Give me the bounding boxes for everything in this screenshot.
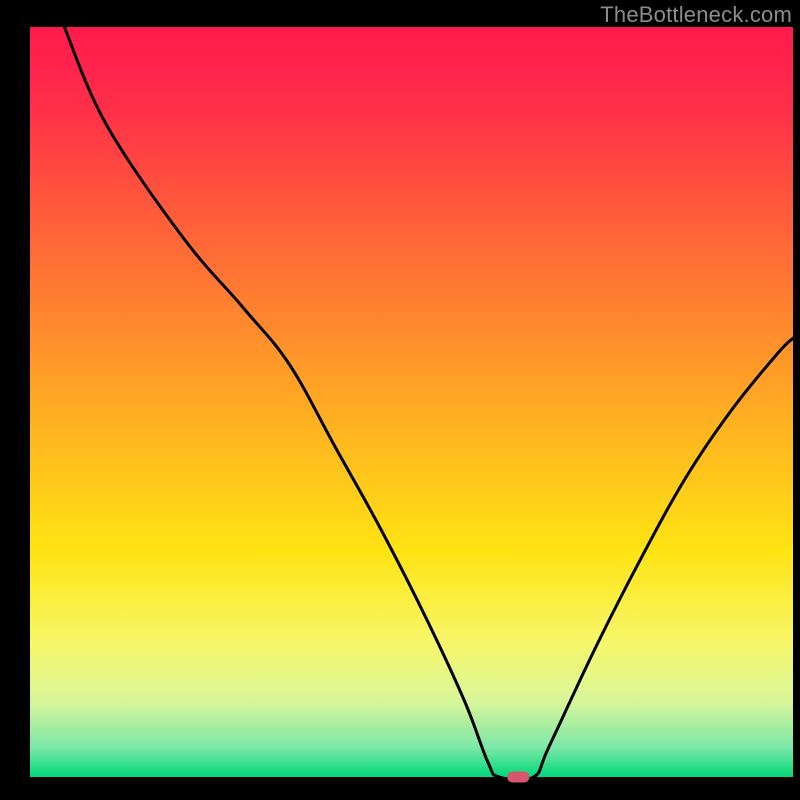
bottleneck-chart	[0, 0, 800, 800]
watermark: TheBottleneck.com	[600, 2, 792, 28]
gradient-background	[30, 27, 793, 777]
chart-frame: { "watermark": "TheBottleneck.com", "cha…	[0, 0, 800, 800]
minimum-marker	[507, 772, 529, 783]
